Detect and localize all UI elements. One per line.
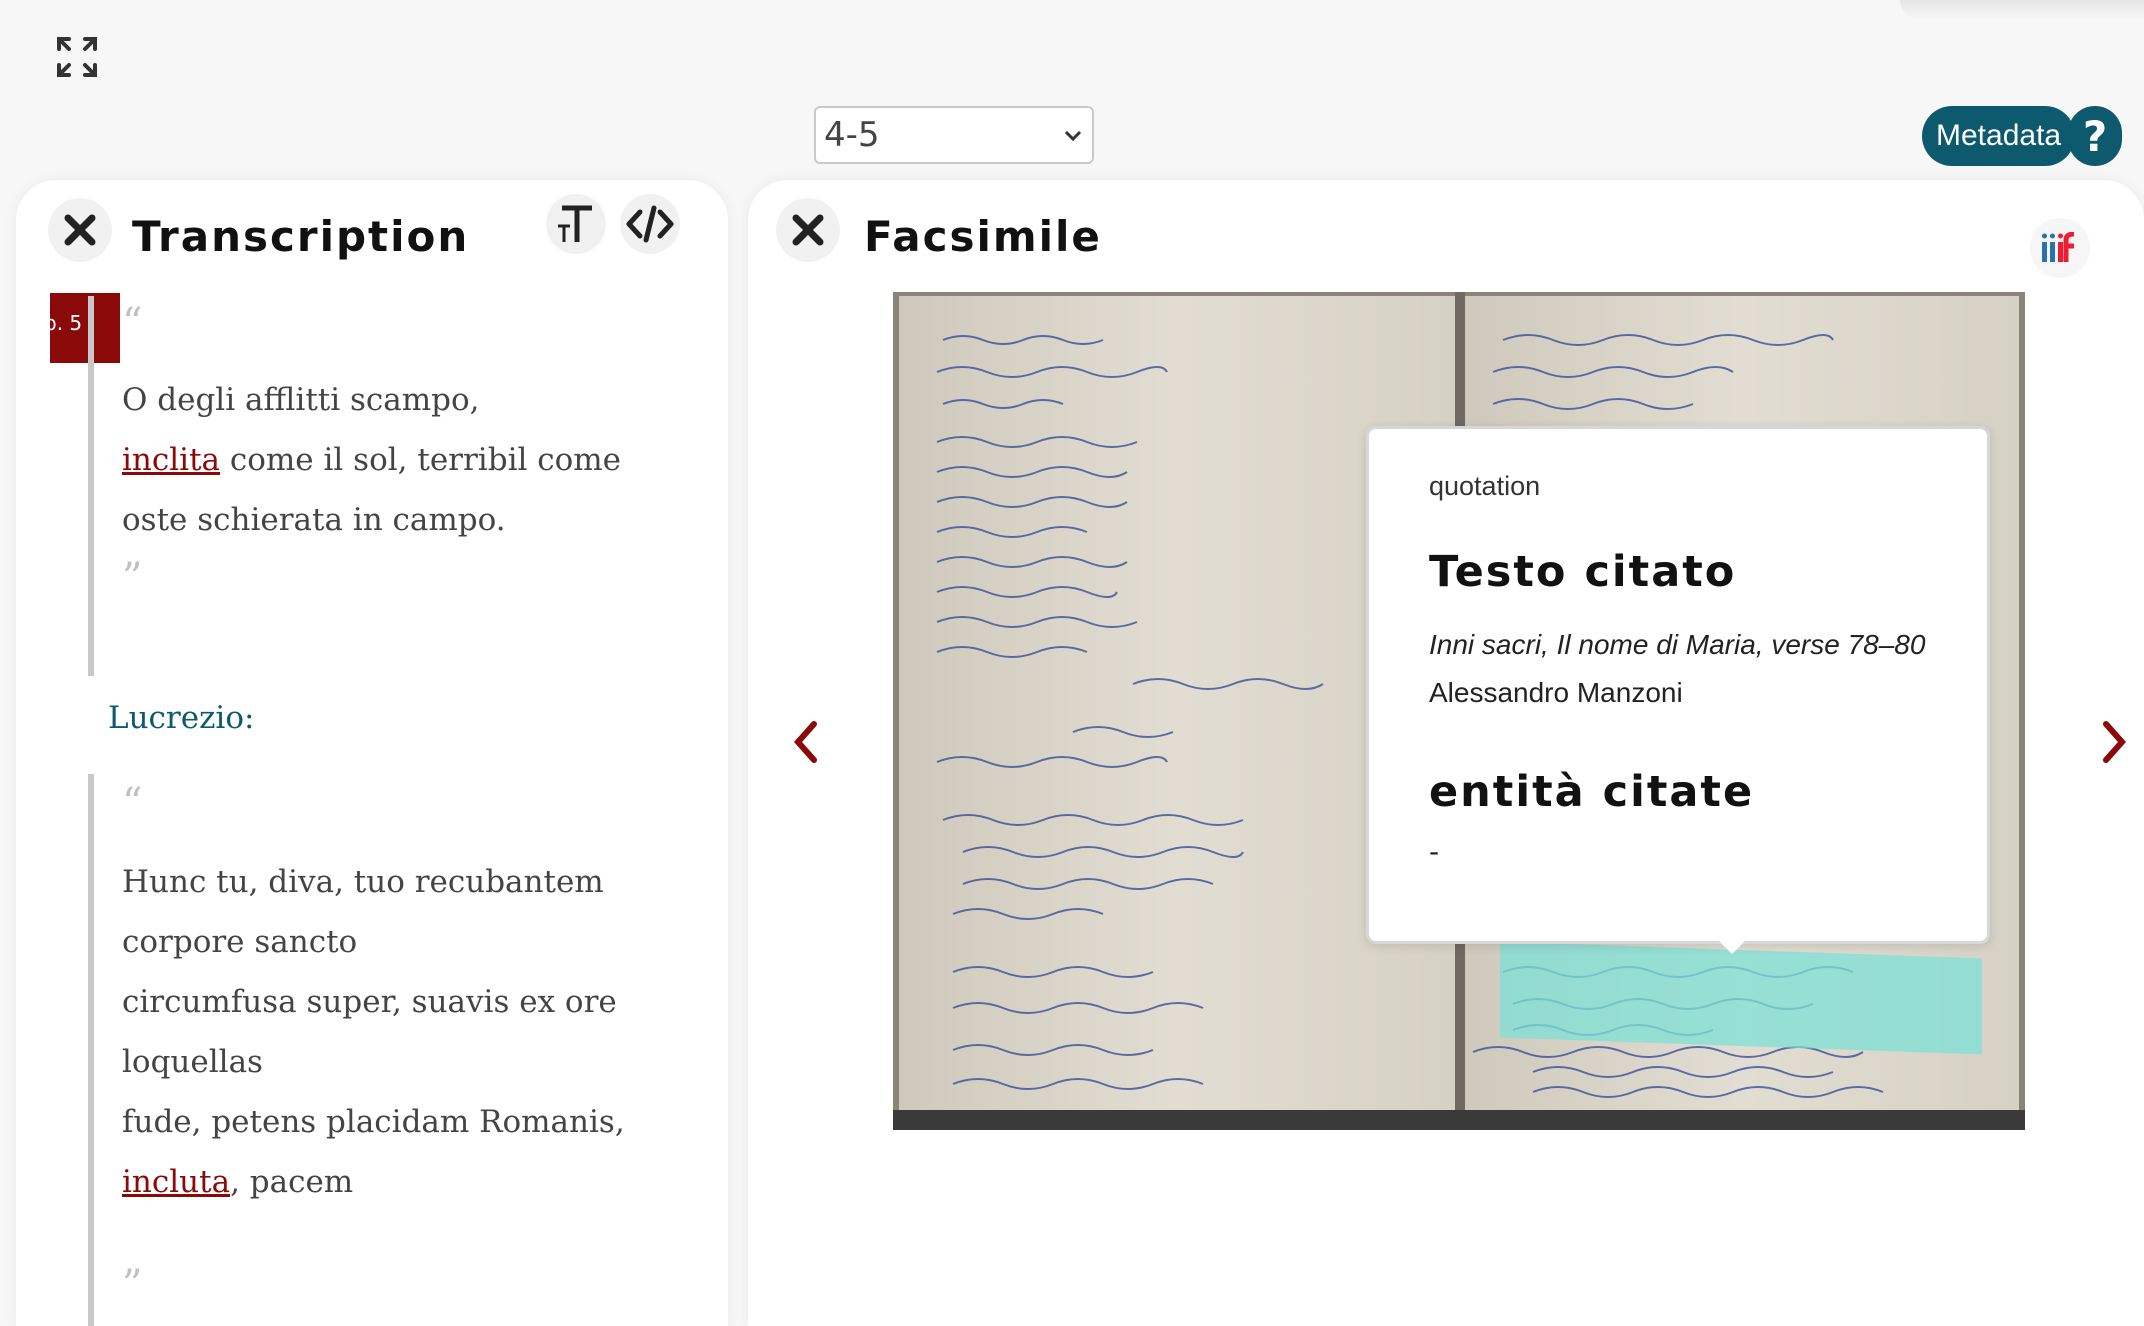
previous-page-arrow-icon[interactable]	[786, 712, 826, 772]
quote-block-italian	[88, 296, 94, 676]
close-icon	[792, 214, 824, 246]
verse-line: inclita come il sol, terribil come	[122, 442, 622, 478]
text-size-icon	[558, 205, 592, 242]
annotation-link[interactable]: inclita	[122, 442, 220, 478]
page-marker[interactable]: p. 5	[50, 293, 120, 363]
page-select-value: 4-5	[824, 115, 880, 155]
top-shadow	[1900, 0, 2144, 20]
chevron-down-icon	[1064, 130, 1082, 142]
next-page-arrow-icon[interactable]	[2094, 712, 2134, 772]
verse-line: circumfusa super, suavis ex ore	[122, 984, 617, 1020]
transcription-title: Transcription	[132, 212, 470, 261]
verse-line: incluta, pacem	[122, 1164, 354, 1200]
open-quote-mark: “	[122, 300, 143, 346]
close-transcription-button[interactable]	[48, 198, 112, 262]
quote-block-latin	[88, 774, 94, 1326]
code-icon	[626, 205, 674, 243]
open-quote-mark: “	[122, 780, 143, 826]
verse-line: Hunc tu, diva, tuo recubantem	[122, 864, 604, 900]
facsimile-title: Facsimile	[864, 212, 1102, 261]
popover-pointer	[1718, 940, 1746, 954]
source-code-button[interactable]	[620, 194, 680, 254]
speaker-label: Lucrezio:	[108, 700, 255, 736]
annotation-type: quotation	[1429, 471, 1541, 501]
iiif-logo-icon	[2042, 232, 2075, 262]
highlighted-region[interactable]	[1500, 941, 1982, 1055]
entities-heading: entità citate	[1429, 767, 1755, 817]
popover-heading: Testo citato	[1429, 547, 1737, 597]
citation-source: Inni sacri, Il nome di Maria, verse 78–8…	[1429, 629, 1926, 660]
close-quote-mark: ”	[122, 1262, 143, 1308]
annotation-link[interactable]: incluta	[122, 1164, 230, 1200]
verse-line: O degli afflitti scampo,	[122, 382, 480, 418]
close-facsimile-button[interactable]	[776, 198, 840, 262]
verse-line: oste schierata in campo.	[122, 502, 506, 538]
verse-line: loquellas	[122, 1044, 263, 1080]
verse-line: fude, petens placidam Romanis,	[122, 1104, 625, 1140]
entities-value: -	[1429, 835, 1440, 868]
transcription-panel: Transcription p. 5 “ O degli afflitti sc…	[16, 180, 728, 1326]
close-icon	[64, 214, 96, 246]
iiif-button[interactable]	[2030, 218, 2090, 278]
font-size-button[interactable]	[546, 194, 606, 254]
page-select[interactable]: 4-5	[814, 106, 1094, 164]
annotation-popover: quotation Testo citato Inni sacri, Il no…	[1366, 426, 1990, 944]
close-quote-mark: ”	[122, 555, 143, 601]
verse-line: corpore sancto	[122, 924, 358, 960]
citation-author: Alessandro Manzoni	[1429, 677, 1683, 708]
fullscreen-icon[interactable]	[55, 35, 99, 79]
metadata-button[interactable]: Metadata	[1922, 106, 2076, 166]
help-button[interactable]: ?	[2068, 106, 2122, 166]
